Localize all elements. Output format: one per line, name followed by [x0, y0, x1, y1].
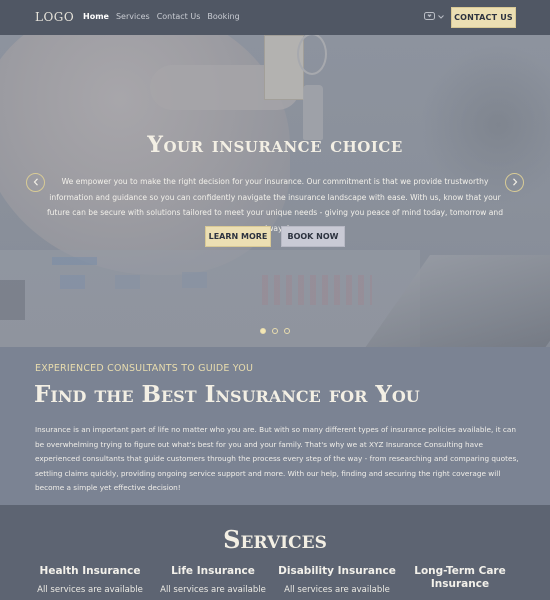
service-name: Life Insurance — [171, 565, 255, 577]
carousel-dot-1[interactable] — [260, 328, 266, 334]
hero-title: Your insurance choice — [147, 132, 403, 158]
service-desc: All services are available — [284, 585, 390, 595]
message-heart-icon — [424, 12, 435, 21]
chevron-down-icon — [438, 14, 444, 19]
service-name: Disability Insurance — [278, 565, 396, 577]
carousel-prev-button[interactable] — [26, 173, 45, 192]
language-dropdown[interactable] — [424, 12, 444, 21]
navbar: LOGO Home Services Contact Us Booking CO… — [0, 0, 550, 35]
book-now-button[interactable]: BOOK NOW — [281, 226, 345, 247]
service-card-life[interactable]: Life Insurance All services are availabl… — [148, 565, 278, 595]
carousel-next-button[interactable] — [505, 173, 524, 192]
hero-buttons: LEARN MORE BOOK NOW — [0, 226, 550, 247]
service-name: Health Insurance — [39, 565, 141, 577]
hero-carousel: Your insurance choice We empower you to … — [0, 35, 550, 347]
carousel-dot-3[interactable] — [284, 328, 290, 334]
services-title: Services — [223, 525, 327, 554]
nav-link-services[interactable]: Services — [116, 12, 150, 21]
nav-link-booking[interactable]: Booking — [207, 12, 239, 21]
service-card-disability[interactable]: Disability Insurance All services are av… — [272, 565, 402, 595]
nav-links: Home Services Contact Us Booking — [83, 12, 240, 21]
about-kicker: EXPERIENCED CONSULTANTS TO GUIDE YOU — [35, 363, 254, 374]
carousel-indicators — [0, 328, 550, 334]
service-desc: All services are available — [37, 585, 143, 595]
nav-link-home[interactable]: Home — [83, 12, 109, 21]
chevron-left-icon — [33, 176, 39, 189]
carousel-dot-2[interactable] — [272, 328, 278, 334]
about-title: Find the Best Insurance for You — [34, 381, 420, 408]
about-section: EXPERIENCED CONSULTANTS TO GUIDE YOU Fin… — [0, 347, 550, 505]
services-section: Services Health Insurance All services a… — [0, 505, 550, 600]
about-text: Insurance is an important part of life n… — [35, 425, 519, 492]
service-card-long-term-care[interactable]: Long-Term Care Insurance — [395, 565, 525, 598]
logo[interactable]: LOGO — [35, 10, 74, 24]
service-name: Long-Term Care Insurance — [414, 565, 506, 590]
nav-link-contact-us[interactable]: Contact Us — [157, 12, 201, 21]
learn-more-button[interactable]: LEARN MORE — [205, 226, 271, 247]
contact-us-button[interactable]: CONTACT US — [451, 7, 516, 28]
service-desc: All services are available — [160, 585, 266, 595]
service-card-health[interactable]: Health Insurance All services are availa… — [25, 565, 155, 595]
chevron-right-icon — [512, 176, 518, 189]
